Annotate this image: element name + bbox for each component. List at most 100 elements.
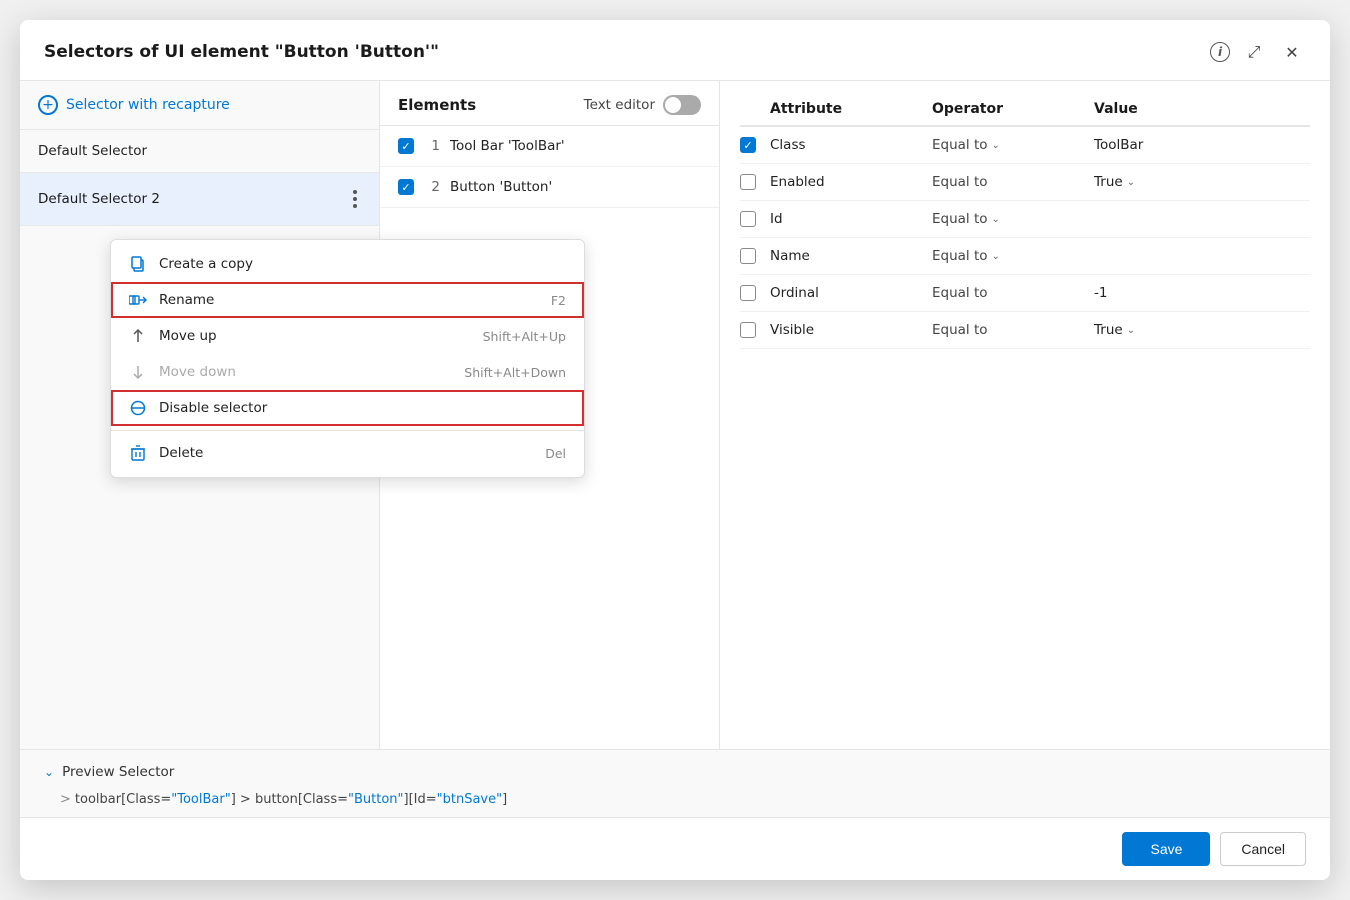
text-editor-row: Text editor xyxy=(584,95,701,115)
menu-item-disable[interactable]: Disable selector xyxy=(111,390,584,426)
attr-checkbox-ordinal[interactable] xyxy=(740,285,756,301)
attr-operator-header: Operator xyxy=(932,101,1094,117)
attr-check-header xyxy=(740,101,770,117)
attr-checkbox-enabled[interactable] xyxy=(740,174,756,190)
attr-val-visible: True ⌄ xyxy=(1094,322,1310,338)
attr-checkbox-name[interactable] xyxy=(740,248,756,264)
elements-title: Elements xyxy=(398,96,476,114)
delete-shortcut: Del xyxy=(545,446,566,461)
three-dots-menu[interactable] xyxy=(349,186,361,212)
selector-item-default[interactable]: Default Selector xyxy=(20,130,379,173)
move-down-icon xyxy=(129,363,147,381)
preview-panel: ⌄ Preview Selector > toolbar[Class="Tool… xyxy=(20,749,1330,817)
plus-circle-icon: + xyxy=(38,95,58,115)
preview-header[interactable]: ⌄ Preview Selector xyxy=(44,764,1306,780)
chevron-name-icon[interactable]: ⌄ xyxy=(992,251,1000,262)
selector-item-label-2: Default Selector 2 xyxy=(38,191,160,207)
attr-row-enabled: Enabled Equal to True ⌄ xyxy=(740,164,1310,201)
selector-item-label: Default Selector xyxy=(38,143,147,159)
delete-label: Delete xyxy=(159,445,533,461)
attr-name-ordinal: Ordinal xyxy=(770,285,932,301)
header-actions: ⤢ ✕ xyxy=(1240,38,1306,66)
chevron-id-icon[interactable]: ⌄ xyxy=(992,214,1000,225)
moveup-label: Move up xyxy=(159,328,471,344)
attribute-table: Attribute Operator Value Class Equal to … xyxy=(740,89,1310,349)
menu-item-delete[interactable]: Delete Del xyxy=(111,435,584,471)
text-editor-label: Text editor xyxy=(584,97,655,113)
left-panel: + Selector with recapture Default Select… xyxy=(20,81,380,749)
dialog-body: + Selector with recapture Default Select… xyxy=(20,81,1330,749)
attr-op-enabled: Equal to xyxy=(932,174,1094,190)
element-checkbox-2[interactable] xyxy=(398,179,414,195)
moveup-shortcut: Shift+Alt+Up xyxy=(483,329,566,344)
attr-op-id: Equal to ⌄ xyxy=(932,211,1094,227)
attr-row-visible: Visible Equal to True ⌄ xyxy=(740,312,1310,349)
rename-icon xyxy=(129,291,147,309)
element-num-1: 1 xyxy=(424,138,440,154)
save-button[interactable]: Save xyxy=(1122,832,1210,866)
preview-header-label: Preview Selector xyxy=(62,764,174,780)
add-selector-button[interactable]: + Selector with recapture xyxy=(20,81,379,130)
add-selector-label: Selector with recapture xyxy=(66,97,230,113)
expand-icon[interactable]: ⤢ xyxy=(1240,38,1268,66)
disable-label: Disable selector xyxy=(159,400,566,416)
attr-checkbox-class[interactable] xyxy=(740,137,756,153)
attr-value-header: Value xyxy=(1094,101,1310,117)
element-row-2: 2 Button 'Button' xyxy=(380,167,719,208)
selector-item-default2[interactable]: Default Selector 2 xyxy=(20,173,379,226)
dialog-header: Selectors of UI element "Button 'Button'… xyxy=(20,20,1330,81)
preview-toolbarclass-value: "ToolBar" xyxy=(171,792,230,807)
attr-checkbox-visible[interactable] xyxy=(740,322,756,338)
preview-buttonclass-value: "Button" xyxy=(348,792,404,807)
text-editor-toggle[interactable] xyxy=(663,95,701,115)
preview-id-value: "btnSave" xyxy=(437,792,502,807)
attr-name-id: Id xyxy=(770,211,932,227)
preview-chevron-icon: ⌄ xyxy=(44,765,54,779)
right-panel: Attribute Operator Value Class Equal to … xyxy=(720,81,1330,749)
delete-icon xyxy=(129,444,147,462)
elements-header: Elements Text editor xyxy=(380,81,719,126)
move-up-icon xyxy=(129,327,147,345)
close-icon[interactable]: ✕ xyxy=(1278,38,1306,66)
attr-op-ordinal: Equal to xyxy=(932,285,1094,301)
element-row-1: 1 Tool Bar 'ToolBar' xyxy=(380,126,719,167)
attr-row-ordinal: Ordinal Equal to -1 xyxy=(740,275,1310,312)
info-icon[interactable]: i xyxy=(1210,42,1230,62)
attr-row-id: Id Equal to ⌄ xyxy=(740,201,1310,238)
preview-content: > toolbar[Class="ToolBar"] > button[Clas… xyxy=(44,788,1306,807)
menu-item-rename[interactable]: Rename F2 xyxy=(111,282,584,318)
attr-row-class: Class Equal to ⌄ ToolBar xyxy=(740,127,1310,164)
movedown-shortcut: Shift+Alt+Down xyxy=(464,365,566,380)
attr-op-name: Equal to ⌄ xyxy=(932,248,1094,264)
copy-label: Create a copy xyxy=(159,256,566,272)
preview-arrow: > xyxy=(60,792,71,807)
element-num-2: 2 xyxy=(424,179,440,195)
attr-attribute-header: Attribute xyxy=(770,101,932,117)
attr-name-name: Name xyxy=(770,248,932,264)
attr-op-class: Equal to ⌄ xyxy=(932,137,1094,153)
chevron-enabled-icon[interactable]: ⌄ xyxy=(1127,177,1135,188)
attr-name-class: Class xyxy=(770,137,932,153)
attr-header-row: Attribute Operator Value xyxy=(740,89,1310,127)
menu-item-movedown: Move down Shift+Alt+Down xyxy=(111,354,584,390)
element-label-2: Button 'Button' xyxy=(450,179,552,195)
menu-separator xyxy=(111,430,584,431)
chevron-class-icon[interactable]: ⌄ xyxy=(992,140,1000,151)
attr-val-enabled: True ⌄ xyxy=(1094,174,1310,190)
cancel-button[interactable]: Cancel xyxy=(1220,832,1306,866)
rename-label: Rename xyxy=(159,292,539,308)
element-checkbox-1[interactable] xyxy=(398,138,414,154)
element-label-1: Tool Bar 'ToolBar' xyxy=(450,138,565,154)
menu-item-moveup[interactable]: Move up Shift+Alt+Up xyxy=(111,318,584,354)
attr-checkbox-id[interactable] xyxy=(740,211,756,227)
chevron-visible-icon[interactable]: ⌄ xyxy=(1127,325,1135,336)
dialog-title: Selectors of UI element "Button 'Button'… xyxy=(44,42,1200,62)
movedown-label: Move down xyxy=(159,364,452,380)
menu-item-copy[interactable]: Create a copy xyxy=(111,246,584,282)
context-menu: Create a copy Rename F2 xyxy=(110,239,585,478)
attr-op-visible: Equal to xyxy=(932,322,1094,338)
attr-val-class: ToolBar xyxy=(1094,137,1310,153)
dialog-container: Selectors of UI element "Button 'Button'… xyxy=(20,20,1330,880)
copy-icon xyxy=(129,255,147,273)
attr-name-visible: Visible xyxy=(770,322,932,338)
